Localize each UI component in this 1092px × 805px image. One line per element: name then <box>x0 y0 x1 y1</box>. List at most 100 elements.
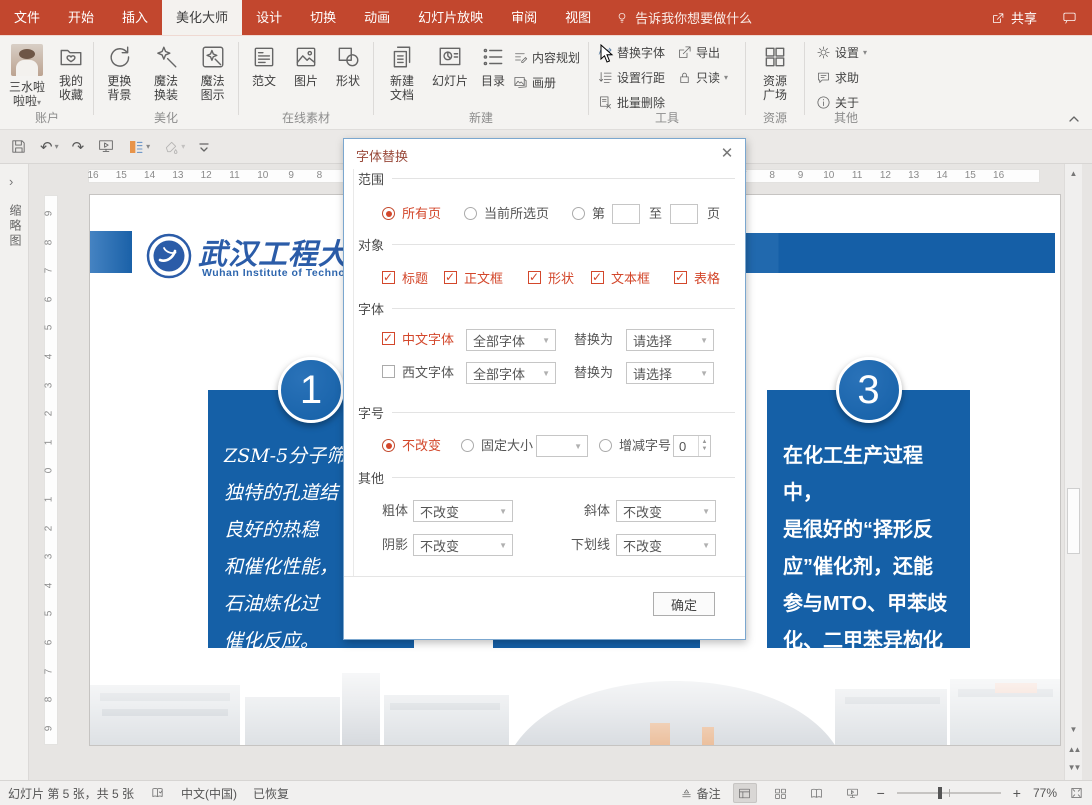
magic-diagram-button[interactable]: 魔法图示 <box>190 41 235 102</box>
shapes-button[interactable]: 形状 <box>328 41 368 88</box>
menu-tab-视图[interactable]: 视图 <box>551 0 605 35</box>
menu-tab-审阅[interactable]: 审阅 <box>497 0 551 35</box>
next-slide-button[interactable]: ▼▼ <box>1065 760 1082 776</box>
western-font-to-dropdown[interactable]: 请选择▼ <box>626 362 714 384</box>
scroll-down-arrow[interactable]: ▼ <box>1065 722 1082 738</box>
reading-view-button[interactable] <box>805 783 829 803</box>
fit-to-window-icon[interactable] <box>1069 786 1084 800</box>
menu-tab-切换[interactable]: 切换 <box>296 0 350 35</box>
dialog-close-button[interactable]: ✕ <box>718 144 736 162</box>
checkbox-标题[interactable] <box>382 271 395 284</box>
new-slide-button[interactable]: 幻灯片 <box>427 41 473 102</box>
menu-tab-插入[interactable]: 插入 <box>108 0 162 35</box>
shadow-dropdown[interactable]: 不改变▼ <box>413 534 513 556</box>
menu-tab-开始[interactable]: 开始 <box>54 0 108 35</box>
vertical-scrollbar[interactable]: ▲ ▼ ▲▲ ▼▼ <box>1064 164 1082 780</box>
my-favorites-button[interactable]: 我的收藏 <box>52 41 90 110</box>
resource-plaza-button[interactable]: 资源广场 <box>752 41 798 102</box>
settings-button[interactable]: 设置▾ <box>816 42 884 62</box>
play-from-current-button[interactable] <box>97 138 115 155</box>
slide-sorter-view-button[interactable] <box>769 783 793 803</box>
checkbox-chinese-font[interactable] <box>382 332 395 345</box>
scroll-up-arrow[interactable]: ▲ <box>1065 166 1082 182</box>
account-avatar-button[interactable]: 三水啦啦啦▾ <box>4 41 50 110</box>
spinner-up-icon[interactable]: ▲ <box>702 439 708 446</box>
export-button[interactable]: 导出 <box>677 42 728 62</box>
spinner-down-icon[interactable]: ▼ <box>702 446 708 453</box>
underline-dropdown[interactable]: 不改变▼ <box>616 534 716 556</box>
fixed-size-dropdown[interactable]: ▼ <box>536 435 588 457</box>
checkbox-文本框[interactable] <box>591 271 604 284</box>
redo-button[interactable]: ↷ <box>72 138 85 156</box>
table-of-contents-button[interactable]: 目录 <box>475 41 511 102</box>
language-indicator[interactable]: 中文(中国) <box>181 785 237 802</box>
undo-button[interactable]: ↶▾ <box>40 138 59 156</box>
checkbox-正文框[interactable] <box>444 271 457 284</box>
italic-dropdown[interactable]: 不改变▼ <box>616 500 716 522</box>
radio-size-adjust[interactable] <box>599 439 612 452</box>
radio-all-pages[interactable] <box>382 207 395 220</box>
campus-photo[interactable] <box>90 653 1060 745</box>
zoom-slider[interactable] <box>897 792 1001 794</box>
previous-slide-button[interactable]: ▲▲ <box>1065 742 1082 758</box>
western-font-from-dropdown[interactable]: 全部字体▼ <box>466 362 556 384</box>
checkbox-表格[interactable] <box>674 271 687 284</box>
comment-icon[interactable] <box>1061 10 1078 25</box>
slideshow-view-button[interactable] <box>841 783 865 803</box>
checkbox-label[interactable]: 文本框 <box>611 272 650 286</box>
page-to-input[interactable] <box>670 204 698 224</box>
tell-me-box[interactable]: 告诉我你想要做什么 <box>615 0 752 35</box>
photo-album-button[interactable]: 画册 <box>513 72 580 92</box>
zoom-percentage[interactable]: 77% <box>1033 786 1057 800</box>
page-from-input[interactable] <box>612 204 640 224</box>
checkbox-label[interactable]: 表格 <box>694 272 720 286</box>
format-painter-button[interactable]: ▾ <box>163 139 185 155</box>
change-background-button[interactable]: 更换背景 <box>97 41 142 102</box>
spellcheck-icon[interactable] <box>150 786 165 800</box>
ok-button[interactable]: 确定 <box>653 592 715 616</box>
radio-size-no-change[interactable] <box>382 439 395 452</box>
expand-panel-chevron[interactable]: › <box>9 174 13 189</box>
format-layout-button[interactable]: ▾ <box>128 139 150 155</box>
share-button[interactable]: 共享 <box>991 8 1037 27</box>
zoom-slider-thumb[interactable] <box>938 787 942 799</box>
notes-button[interactable]: 备注 <box>680 785 721 802</box>
zoom-in-button[interactable]: + <box>1013 785 1021 801</box>
collapse-ribbon-button[interactable] <box>1068 115 1080 123</box>
menu-tab-美化大师[interactable]: 美化大师 <box>162 0 242 35</box>
university-logo[interactable] <box>146 233 192 279</box>
sample-docs-button[interactable]: 范文 <box>244 41 284 88</box>
menu-tab-动画[interactable]: 动画 <box>350 0 404 35</box>
checkbox-形状[interactable] <box>528 271 541 284</box>
checkbox-label[interactable]: 正文框 <box>464 272 503 286</box>
ruler-number: 13 <box>908 170 919 181</box>
read-only-button[interactable]: 只读▾ <box>677 67 728 87</box>
pictures-button[interactable]: 图片 <box>286 41 326 88</box>
checkbox-western-font[interactable] <box>382 365 395 378</box>
adjust-size-spinner[interactable]: 0 ▲▼ <box>673 435 711 457</box>
ruler-number: 16 <box>993 170 1004 181</box>
magic-dress-button[interactable]: 魔法换装 <box>144 41 189 102</box>
radio-size-fixed[interactable] <box>461 439 474 452</box>
menu-tab-设计[interactable]: 设计 <box>242 0 296 35</box>
zoom-out-button[interactable]: − <box>877 785 885 801</box>
radio-current-page[interactable] <box>464 207 477 220</box>
scrollbar-thumb[interactable] <box>1067 488 1080 554</box>
bold-dropdown[interactable]: 不改变▼ <box>413 500 513 522</box>
chinese-font-from-dropdown[interactable]: 全部字体▼ <box>466 329 556 351</box>
radio-page-range[interactable] <box>572 207 585 220</box>
save-button[interactable] <box>10 138 27 155</box>
content-box-3[interactable]: 3在化工生产过程中，是很好的“择形反应”催化剂，还能参与MTO、甲苯歧化、二甲苯… <box>767 390 970 648</box>
menu-tab-幻灯片放映[interactable]: 幻灯片放映 <box>404 0 497 35</box>
menu-tab-文件[interactable]: 文件 <box>0 0 54 35</box>
line-spacing-button[interactable]: 设置行距 <box>598 67 665 87</box>
checkbox-label[interactable]: 标题 <box>402 272 428 286</box>
checkbox-label[interactable]: 形状 <box>548 272 574 286</box>
help-button[interactable]: 求助 <box>816 67 884 87</box>
normal-view-button[interactable] <box>733 783 757 803</box>
header-blue-block[interactable] <box>90 231 132 273</box>
new-document-button[interactable]: 新建文档 <box>379 41 425 102</box>
chinese-font-to-dropdown[interactable]: 请选择▼ <box>626 329 714 351</box>
customize-toolbar-button[interactable] <box>198 141 210 153</box>
content-plan-button[interactable]: 内容规划 <box>513 47 580 67</box>
